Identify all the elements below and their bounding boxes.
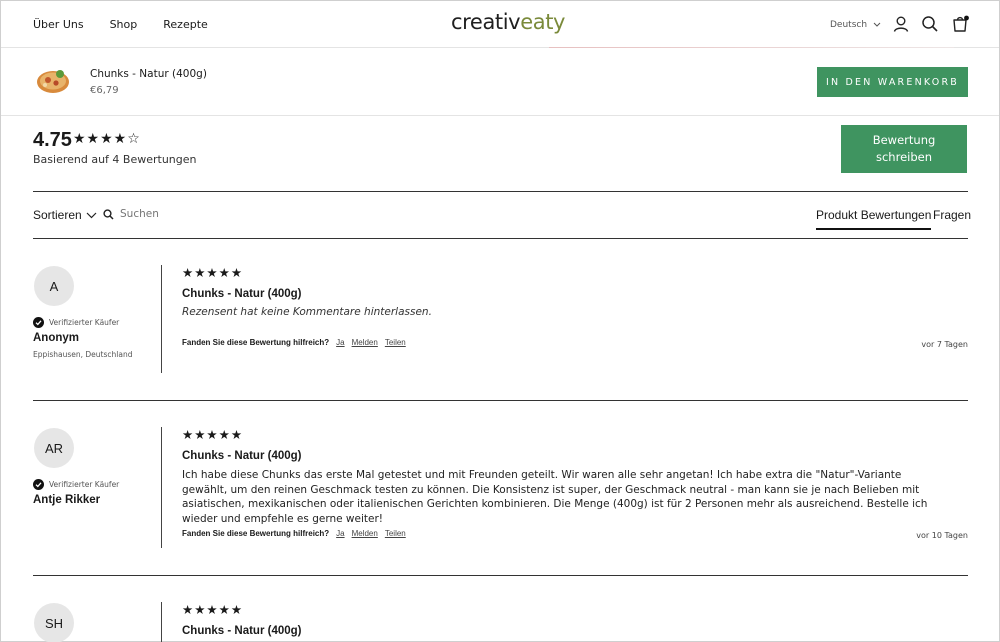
main-nav: Über Uns Shop Rezepte — [33, 18, 208, 31]
sticky-product-price: €6,79 — [90, 85, 119, 96]
review-search — [103, 208, 280, 220]
share-link[interactable]: Teilen — [385, 338, 406, 347]
search-icon[interactable] — [921, 15, 939, 33]
review-stars: ★★★★★ — [182, 266, 244, 280]
check-badge-icon — [33, 479, 44, 490]
chevron-down-icon — [873, 22, 881, 27]
review-date: vor 7 Tagen — [921, 340, 968, 349]
language-label: Deutsch — [830, 20, 868, 30]
average-stars: ★★★★☆ — [73, 130, 141, 146]
report-link[interactable]: Melden — [352, 529, 378, 538]
review-item: SH ★★★★★ Chunks - Natur (400g) — [33, 602, 968, 642]
helpful-question: Fanden Sie diese Bewertung hilfreich? — [182, 338, 330, 347]
review-body: Rezensent hat keine Kommentare hinterlas… — [182, 306, 432, 318]
reviewer-location: Eppishausen, Deutschland — [33, 350, 133, 359]
review-divider-line — [161, 602, 162, 642]
sticky-product-bar: Chunks - Natur (400g) €6,79 IN DEN WAREN… — [1, 48, 999, 116]
tab-product-reviews[interactable]: Produkt Bewertungen — [816, 208, 932, 230]
nav-shop[interactable]: Shop — [110, 18, 138, 31]
avatar: A — [34, 266, 74, 306]
review-divider-line — [161, 427, 162, 548]
reviewer-name: Antje Rikker — [33, 494, 101, 506]
add-to-cart-button[interactable]: IN DEN WARENKORB — [817, 67, 968, 97]
avatar: SH — [34, 603, 74, 642]
helpful-question: Fanden Sie diese Bewertung hilfreich? — [182, 529, 330, 538]
product-thumbnail — [37, 70, 69, 93]
divider — [33, 400, 968, 401]
tab-questions[interactable]: Fragen — [933, 208, 971, 222]
helpful-yes-link[interactable]: Ja — [336, 529, 344, 538]
logo-part-2: eaty — [520, 10, 566, 34]
review-item: A Verifizierter Käufer Anonym Eppishause… — [33, 265, 968, 375]
divider — [33, 191, 968, 192]
verified-label: Verifizierter Käufer — [49, 480, 120, 489]
review-stars: ★★★★★ — [182, 603, 244, 617]
share-link[interactable]: Teilen — [385, 529, 406, 538]
avatar: AR — [34, 428, 74, 468]
write-review-button[interactable]: Bewertung schreiben — [841, 125, 967, 173]
check-badge-icon — [33, 317, 44, 328]
nav-ueber-uns[interactable]: Über Uns — [33, 18, 84, 31]
divider — [33, 575, 968, 576]
language-selector[interactable]: Deutsch — [830, 20, 881, 30]
nav-rezepte[interactable]: Rezepte — [163, 18, 208, 31]
cart-icon[interactable] — [951, 15, 969, 33]
review-title: Chunks - Natur (400g) — [182, 450, 302, 462]
average-rating: 4.75 — [33, 129, 72, 151]
divider — [33, 238, 968, 239]
sort-dropdown[interactable]: Sortieren — [33, 208, 97, 222]
review-item: AR Verifizierter Käufer Antje Rikker ★★★… — [33, 427, 968, 551]
helpful-yes-link[interactable]: Ja — [336, 338, 344, 347]
review-body: Ich habe diese Chunks das erste Mal gete… — [182, 469, 928, 525]
reviewer-name: Anonym — [33, 332, 79, 344]
review-stars: ★★★★★ — [182, 428, 244, 442]
review-title: Chunks - Natur (400g) — [182, 625, 302, 637]
report-link[interactable]: Melden — [352, 338, 378, 347]
verified-badge: Verifizierter Käufer — [33, 317, 119, 328]
search-icon — [103, 208, 114, 220]
review-search-input[interactable] — [120, 208, 280, 220]
review-date: vor 10 Tagen — [916, 531, 968, 540]
review-count-text: Basierend auf 4 Bewertungen — [33, 153, 197, 166]
review-divider-line — [161, 265, 162, 373]
verified-badge: Verifizierter Käufer — [33, 479, 119, 490]
site-header: Über Uns Shop Rezepte creativeaty Deutsc… — [1, 1, 999, 49]
review-title: Chunks - Natur (400g) — [182, 288, 302, 300]
account-icon[interactable] — [892, 15, 910, 33]
verified-label: Verifizierter Käufer — [49, 318, 120, 327]
logo-part-1: creativ — [451, 10, 521, 34]
chevron-down-icon — [86, 212, 97, 218]
logo[interactable]: creativeaty — [451, 10, 565, 34]
helpful-row: Fanden Sie diese Bewertung hilfreich? Ja… — [182, 529, 406, 538]
sticky-product-name: Chunks - Natur (400g) — [90, 68, 207, 80]
helpful-row: Fanden Sie diese Bewertung hilfreich? Ja… — [182, 338, 406, 347]
sort-label: Sortieren — [33, 208, 82, 222]
